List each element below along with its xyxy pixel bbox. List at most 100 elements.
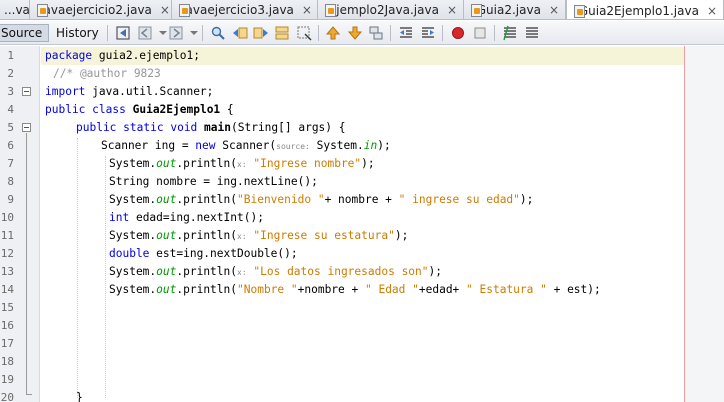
search-icon[interactable] <box>210 25 226 41</box>
next-bookmark-icon[interactable] <box>347 25 363 41</box>
code-line-20: } <box>76 391 83 402</box>
tab-javaejercicio3[interactable]: Javaejercicio3.java × <box>172 0 318 19</box>
toggle-bookmark-icon[interactable] <box>368 25 384 41</box>
code-text: System. <box>109 229 157 242</box>
line-number-gutter: 1 2 3 4 5 6 7 8 9 10 11 12 13 14 15 16 1… <box>0 46 40 402</box>
tab-label: Javaejercicio2.java <box>40 3 152 17</box>
line-number: 12 <box>0 247 14 260</box>
tab-javaejercicio2[interactable]: Javaejercicio2.java × <box>30 0 172 19</box>
uncomment-icon[interactable] <box>524 25 540 41</box>
code-text: .println( <box>176 193 237 206</box>
close-icon[interactable]: × <box>549 3 559 17</box>
source-tab[interactable]: Source <box>0 24 50 42</box>
indent-guide <box>105 156 106 398</box>
line-number: 16 <box>0 319 14 332</box>
code-line-6: Scanner ing = new Scanner(source: System… <box>101 137 391 156</box>
close-icon[interactable]: × <box>447 3 457 17</box>
history-tab[interactable]: History <box>50 24 105 42</box>
close-icon[interactable]: × <box>160 3 170 17</box>
tab-guia2ejemplo1[interactable]: Guia2Ejemplo1.java × <box>566 0 724 19</box>
find-selection-icon[interactable] <box>274 25 290 41</box>
tab-label: ...va <box>4 3 30 17</box>
fold-toggle-icon[interactable] <box>22 123 31 132</box>
keyword: public <box>76 121 117 134</box>
line-number: 14 <box>0 283 14 296</box>
line-number: 6 <box>7 139 14 152</box>
line-number: 5 <box>7 121 14 134</box>
line-number: 1 <box>7 49 14 62</box>
code-text: ); <box>377 139 391 152</box>
string-literal: "Bienvenido " <box>237 193 325 206</box>
shift-left-icon[interactable] <box>398 25 414 41</box>
string-literal: "Nombre " <box>237 283 298 296</box>
parameter-hint: x: <box>237 268 247 277</box>
record-macro-icon[interactable] <box>450 25 466 41</box>
error-stripe[interactable] <box>685 46 724 402</box>
comment-icon[interactable] <box>502 25 518 41</box>
code-text: +nombre + <box>297 283 365 296</box>
code-text: System. <box>109 283 157 296</box>
code-line-2: //* @author 9823 <box>53 67 161 80</box>
code-text: System. <box>109 193 157 206</box>
code-text: .println( <box>176 157 237 170</box>
code-line-3: import java.util.Scanner; <box>45 83 213 101</box>
code-text: .println( <box>176 283 237 296</box>
string-literal: " Edad " <box>364 283 419 296</box>
code-text: { <box>220 103 234 116</box>
separator <box>107 25 108 41</box>
code-text: Scanner( <box>215 139 277 152</box>
java-file-icon <box>470 4 481 17</box>
close-icon[interactable]: × <box>302 3 312 17</box>
code-line-5: public static void main(String[] args) { <box>76 119 346 137</box>
tab-guia2[interactable]: Guia2.java × <box>464 0 566 19</box>
tab-partial[interactable]: ...va <box>0 0 30 19</box>
find-previous-icon[interactable] <box>232 25 248 41</box>
method-name: main <box>204 121 231 134</box>
dropdown-icon[interactable] <box>186 25 202 41</box>
close-icon[interactable]: × <box>707 4 717 18</box>
last-edit-icon[interactable] <box>115 25 131 41</box>
back-icon[interactable] <box>137 25 153 41</box>
tab-label: Ejemplo2Java.java <box>328 3 439 17</box>
field: out <box>156 193 177 206</box>
tab-ejemplo2java[interactable]: Ejemplo2Java.java × <box>318 0 464 19</box>
line-number: 13 <box>0 265 14 278</box>
separator <box>442 25 443 41</box>
parameter-hint: x: <box>237 232 247 241</box>
keyword: new <box>195 139 216 152</box>
parameter-hint: x: <box>237 160 247 169</box>
code-text: ); <box>519 193 534 206</box>
string-literal: "Ingrese nombre" <box>253 157 362 170</box>
code-text: edad=ing.nextInt(); <box>129 211 264 224</box>
string-literal: " ingrese su edad" <box>398 193 520 206</box>
forward-icon[interactable] <box>168 25 184 41</box>
code-line-14: System.out.println("Nombre "+nombre + " … <box>109 281 601 299</box>
code-editor[interactable]: package guia2.ejemplo1; //* @author 9823… <box>41 46 684 402</box>
code-line-10: int edad=ing.nextInt(); <box>109 209 264 227</box>
stop-macro-icon[interactable] <box>472 25 488 41</box>
code-line-9: System.out.println("Bienvenido "+ nombre… <box>109 191 533 209</box>
field: out <box>156 229 177 242</box>
code-text: java.util.Scanner; <box>85 85 214 98</box>
keyword: package <box>45 49 93 62</box>
highlight-toggle-icon[interactable] <box>296 25 312 41</box>
indent-guide <box>77 138 78 398</box>
tab-label: Guia2.java <box>476 3 541 17</box>
code-text: System. <box>309 139 364 152</box>
find-next-icon[interactable] <box>253 25 269 41</box>
keyword: class <box>92 103 126 116</box>
line-number: 4 <box>7 103 14 116</box>
string-literal: " Estatura " <box>466 283 547 296</box>
line-number: 15 <box>0 301 14 314</box>
code-text: (String[] args) { <box>231 121 346 134</box>
separator <box>390 25 391 41</box>
code-text: + nombre + <box>324 193 399 206</box>
fold-toggle-icon[interactable] <box>22 87 31 96</box>
code-text: .println( <box>176 229 237 242</box>
string-literal: "Ingrese su estatura" <box>253 229 395 242</box>
shift-right-icon[interactable] <box>420 25 436 41</box>
keyword: double <box>109 247 150 260</box>
field: out <box>156 265 177 278</box>
java-file-icon <box>573 4 584 18</box>
previous-bookmark-icon[interactable] <box>325 25 341 41</box>
